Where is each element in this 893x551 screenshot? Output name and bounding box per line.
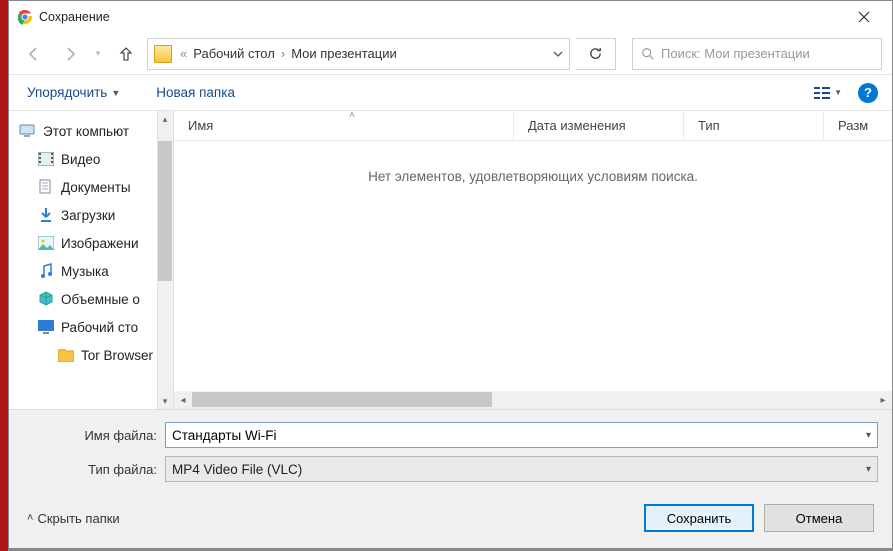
- breadcrumb-2[interactable]: Мои презентации: [287, 46, 401, 61]
- tree-this-pc[interactable]: Этот компьют: [9, 117, 173, 145]
- help-button[interactable]: ?: [858, 83, 878, 103]
- music-icon: [37, 263, 55, 279]
- scroll-thumb[interactable]: [158, 141, 172, 281]
- computer-icon: [19, 123, 37, 139]
- chevron-down-icon[interactable]: ▾: [866, 464, 871, 475]
- hide-folders-toggle[interactable]: ˄ Скрыть папки: [27, 511, 120, 526]
- tree-label: Загрузки: [61, 208, 115, 223]
- form-area: Имя файла: ▾ Тип файла: MP4 Video File (…: [9, 409, 892, 548]
- address-expand-icon[interactable]: [553, 49, 563, 59]
- tree-label: Tor Browser: [81, 348, 153, 363]
- up-button[interactable]: [111, 39, 141, 69]
- tree-documents[interactable]: Документы: [9, 173, 173, 201]
- column-type[interactable]: Тип: [684, 111, 824, 140]
- breadcrumb-root: «: [178, 46, 189, 61]
- new-folder-label: Новая папка: [156, 85, 235, 100]
- chevron-right-icon: ›: [279, 46, 287, 61]
- desktop-icon: [37, 319, 55, 335]
- address-bar[interactable]: « Рабочий стол › Мои презентации: [147, 38, 570, 70]
- window-title: Сохранение: [39, 10, 842, 24]
- scroll-right-icon[interactable]: ▸: [874, 391, 892, 409]
- column-size[interactable]: Разм: [824, 111, 892, 140]
- scroll-up-icon[interactable]: ▴: [157, 111, 173, 127]
- chevron-down-icon[interactable]: ▾: [866, 430, 871, 441]
- back-button[interactable]: [19, 39, 49, 69]
- cancel-button[interactable]: Отмена: [764, 504, 874, 532]
- tree-downloads[interactable]: Загрузки: [9, 201, 173, 229]
- pictures-icon: [37, 235, 55, 251]
- cube-icon: [37, 291, 55, 307]
- scroll-thumb[interactable]: [192, 392, 492, 407]
- tree-label: Музыка: [61, 264, 109, 279]
- search-icon: [641, 47, 655, 61]
- chevron-down-icon: ▼: [111, 88, 120, 98]
- chevron-up-icon: ˄: [27, 512, 33, 524]
- filetype-row: Тип файла: MP4 Video File (VLC) ▾: [23, 456, 878, 482]
- downloads-icon: [37, 207, 55, 223]
- titlebar: Сохранение: [9, 1, 892, 33]
- documents-icon: [37, 179, 55, 195]
- organize-label: Упорядочить: [27, 85, 107, 100]
- filename-field[interactable]: ▾: [165, 422, 878, 448]
- column-date[interactable]: Дата изменения: [514, 111, 684, 140]
- column-name[interactable]: Имя: [174, 111, 514, 140]
- toolbar: Упорядочить ▼ Новая папка ▼ ?: [9, 75, 892, 111]
- organize-menu[interactable]: Упорядочить ▼: [9, 85, 138, 100]
- scroll-down-icon[interactable]: ▾: [157, 393, 173, 409]
- button-row: ˄ Скрыть папки Сохранить Отмена: [23, 490, 878, 540]
- tree-pictures[interactable]: Изображени: [9, 229, 173, 257]
- hide-folders-label: Скрыть папки: [37, 511, 119, 526]
- tree-video[interactable]: Видео: [9, 145, 173, 173]
- column-headers: ˄ Имя Дата изменения Тип Разм: [174, 111, 892, 141]
- close-button[interactable]: [842, 1, 886, 33]
- chevron-down-icon: ▼: [834, 88, 842, 97]
- tree-music[interactable]: Музыка: [9, 257, 173, 285]
- tree-label: Рабочий сто: [61, 320, 138, 335]
- file-list-pane: ˄ Имя Дата изменения Тип Разм Нет элемен…: [174, 111, 892, 409]
- tree-label: Документы: [61, 180, 131, 195]
- search-box[interactable]: [632, 38, 882, 70]
- video-icon: [37, 151, 55, 167]
- tree-label: Этот компьют: [43, 124, 129, 139]
- background-strip: [0, 0, 8, 551]
- filename-label: Имя файла:: [23, 428, 165, 443]
- view-mode-button[interactable]: ▼: [806, 86, 850, 100]
- filetype-value: MP4 Video File (VLC): [172, 462, 302, 477]
- tree-tor-folder[interactable]: Tor Browser: [9, 341, 173, 369]
- empty-list-message: Нет элементов, удовлетворяющих условиям …: [174, 141, 892, 391]
- sort-indicator-icon: ˄: [349, 110, 355, 121]
- tree-label: Объемные о: [61, 292, 140, 307]
- filename-input[interactable]: [172, 428, 871, 443]
- tree-desktop[interactable]: Рабочий сто: [9, 313, 173, 341]
- chrome-icon: [17, 9, 33, 25]
- search-input[interactable]: [661, 46, 873, 61]
- save-dialog: Сохранение ▾ « Рабочий стол › Мои презен…: [8, 0, 893, 549]
- tree-scrollbar[interactable]: ▴ ▾: [157, 111, 173, 409]
- save-button[interactable]: Сохранить: [644, 504, 754, 532]
- dialog-body: Этот компьют Видео Документы Загрузки Из…: [9, 111, 892, 409]
- filename-row: Имя файла: ▾: [23, 422, 878, 448]
- tree-3d-objects[interactable]: Объемные о: [9, 285, 173, 313]
- filetype-label: Тип файла:: [23, 462, 165, 477]
- refresh-button[interactable]: [576, 38, 616, 70]
- tree-label: Изображени: [61, 236, 139, 251]
- horizontal-scrollbar[interactable]: ◂ ▸: [174, 391, 892, 409]
- filetype-select[interactable]: MP4 Video File (VLC) ▾: [165, 456, 878, 482]
- recent-dropdown[interactable]: ▾: [91, 39, 105, 69]
- tree-label: Видео: [61, 152, 100, 167]
- new-folder-button[interactable]: Новая папка: [138, 85, 253, 100]
- nav-tree: Этот компьют Видео Документы Загрузки Из…: [9, 111, 174, 409]
- nav-row: ▾ « Рабочий стол › Мои презентации: [9, 33, 892, 75]
- scroll-left-icon[interactable]: ◂: [174, 391, 192, 409]
- folder-icon: [57, 347, 75, 363]
- folder-icon: [154, 45, 172, 63]
- forward-button[interactable]: [55, 39, 85, 69]
- breadcrumb-1[interactable]: Рабочий стол: [189, 46, 279, 61]
